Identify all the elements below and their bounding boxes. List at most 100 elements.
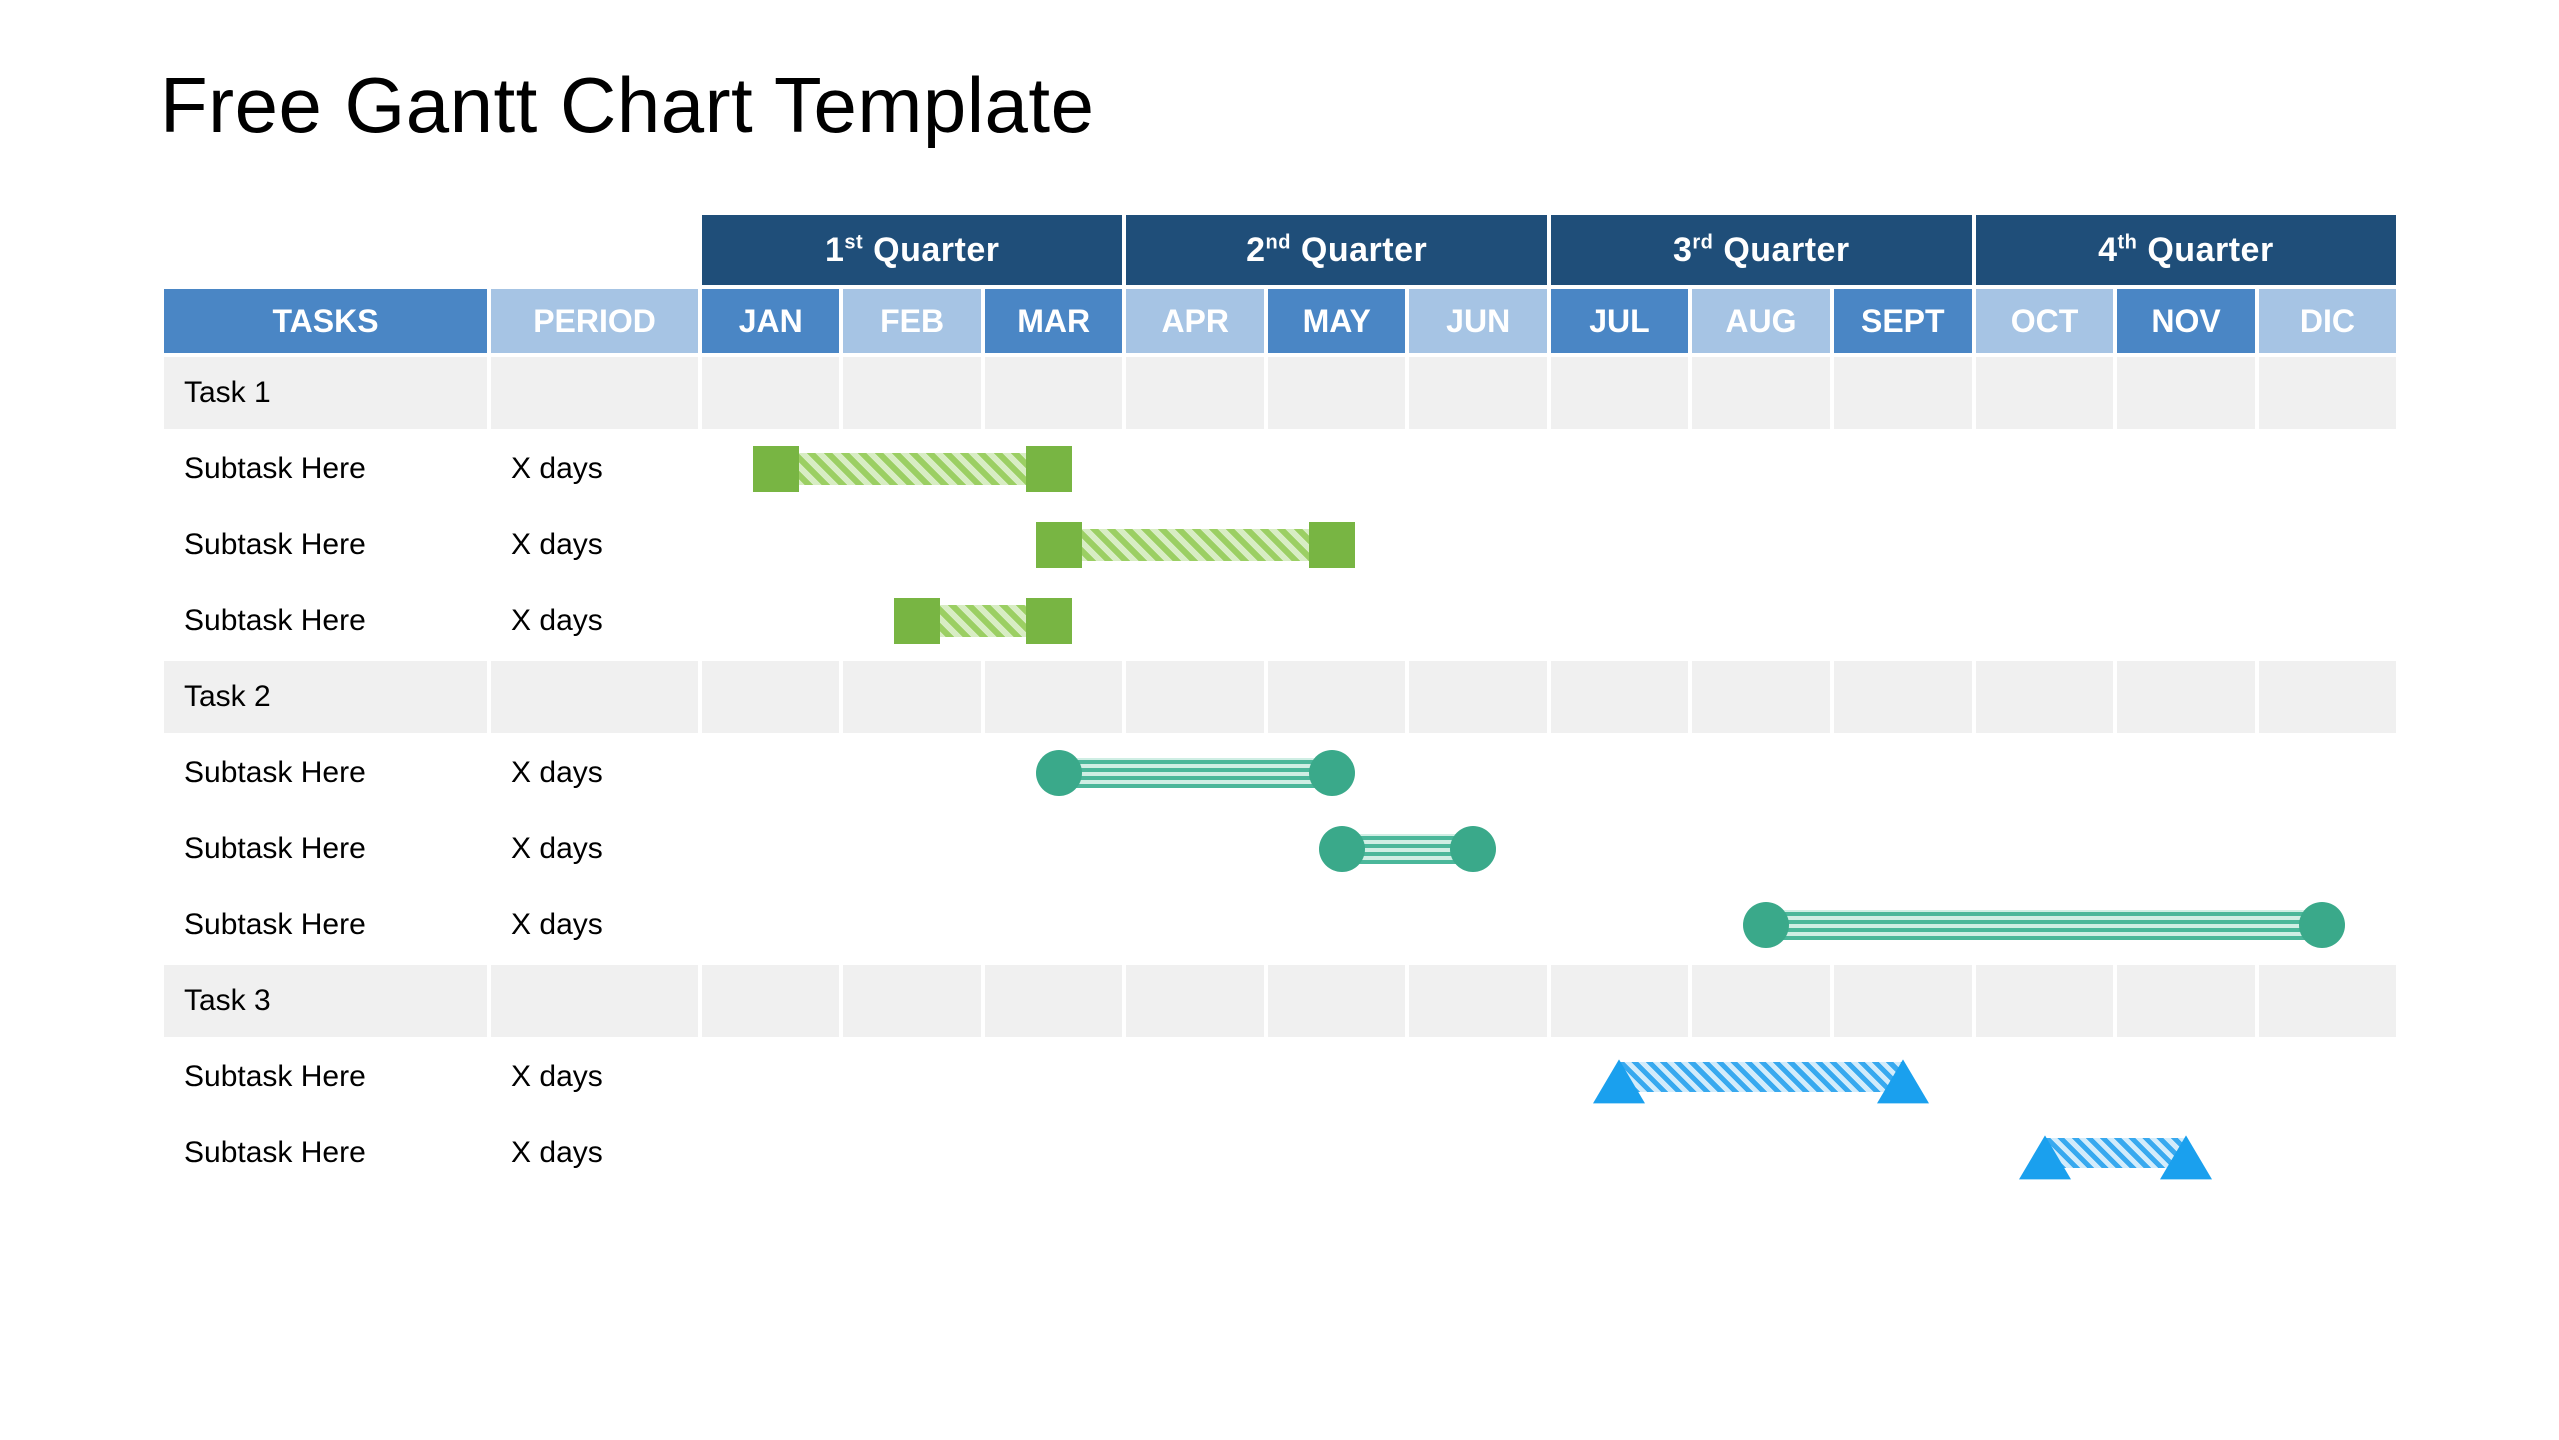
gantt-cell [1409,357,1546,429]
gantt-cell [1126,433,1264,505]
gantt-cell [702,509,839,581]
gantt-cell [1268,965,1406,1037]
header-spacer [164,215,698,285]
gantt-cell [1268,889,1406,961]
gantt-cell [1692,813,1830,885]
month-dic: DIC [2259,289,2396,353]
gantt-cell [2117,1041,2255,1113]
gantt-cell [985,357,1123,429]
gantt-cell [702,1117,839,1189]
gantt-cell [843,357,980,429]
gantt-cell [985,1041,1123,1113]
month-nov: NOV [2117,289,2255,353]
gantt-cell [2117,585,2255,657]
subtask-row: Subtask HereX days [164,509,2396,581]
gantt-cell [1692,509,1830,581]
gantt-cell [1834,889,1972,961]
gantt-cell [985,813,1123,885]
gantt-cell [1692,1117,1830,1189]
gantt-cell [1409,737,1546,809]
period-cell: X days [491,889,698,961]
gantt-cell [1692,357,1830,429]
gantt-cell [1551,737,1688,809]
period-cell: X days [491,585,698,657]
gantt-cell [1976,509,2114,581]
gantt-cell [2259,737,2396,809]
gantt-cell [702,737,839,809]
task-cell: Task 2 [164,661,487,733]
gantt-cell [1834,965,1972,1037]
gantt-cell [1551,509,1688,581]
gantt-cell [1126,889,1264,961]
gantt-cell [1409,889,1546,961]
gantt-cell [1976,1117,2114,1189]
gantt-cell [1976,357,2114,429]
gantt-cell [2117,357,2255,429]
gantt-cell [843,661,980,733]
gantt-cell [1692,737,1830,809]
period-cell [491,965,698,1037]
gantt-cell [1551,965,1688,1037]
gantt-cell [1692,585,1830,657]
gantt-cell [1268,433,1406,505]
gantt-cell [1268,737,1406,809]
quarter-2: 2nd Quarter [1126,215,1546,285]
gantt-cell [2117,889,2255,961]
gantt-cell [1976,737,2114,809]
gantt-cell [1126,1117,1264,1189]
period-cell: X days [491,1041,698,1113]
gantt-cell [2117,1117,2255,1189]
period-cell [491,661,698,733]
period-cell: X days [491,813,698,885]
quarter-header-row: 1st Quarter 2nd Quarter 3rd Quarter 4th … [164,215,2396,285]
gantt-cell [702,585,839,657]
month-apr: APR [1126,289,1264,353]
gantt-cell [985,737,1123,809]
gantt-cell [2259,509,2396,581]
subtask-row: Subtask HereX days [164,737,2396,809]
gantt-cell [702,889,839,961]
month-jun: JUN [1409,289,1546,353]
gantt-cell [1551,585,1688,657]
gantt-cell [1409,661,1546,733]
gantt-cell [2117,965,2255,1037]
gantt-cell [1551,889,1688,961]
gantt-cell [2117,737,2255,809]
month-oct: OCT [1976,289,2114,353]
column-header-row: TASKS PERIOD JAN FEB MAR APR MAY JUN JUL… [164,289,2396,353]
gantt-cell [1409,585,1546,657]
period-cell: X days [491,433,698,505]
gantt-cell [843,889,980,961]
month-may: MAY [1268,289,1406,353]
task-cell: Subtask Here [164,585,487,657]
gantt-cell [1834,813,1972,885]
gantt-cell [1126,813,1264,885]
gantt-cell [985,1117,1123,1189]
gantt-cell [1976,661,2114,733]
gantt-cell [702,1041,839,1113]
quarter-3: 3rd Quarter [1551,215,1972,285]
gantt-cell [2259,357,2396,429]
task-cell: Subtask Here [164,509,487,581]
period-cell: X days [491,1117,698,1189]
gantt-cell [1409,433,1546,505]
gantt-cell [1126,661,1264,733]
gantt-cell [1834,433,1972,505]
gantt-cell [985,433,1123,505]
gantt-cell [1834,661,1972,733]
gantt-cell [1692,965,1830,1037]
task-cell: Subtask Here [164,889,487,961]
gantt-cell [1268,1117,1406,1189]
gantt-cell [2117,813,2255,885]
gantt-cell [1834,737,1972,809]
gantt-cell [1409,965,1546,1037]
gantt-cell [702,433,839,505]
gantt-cell [702,813,839,885]
gantt-cell [1126,965,1264,1037]
header-tasks: TASKS [164,289,487,353]
gantt-cell [1126,737,1264,809]
subtask-row: Subtask HereX days [164,433,2396,505]
subtask-row: Subtask HereX days [164,585,2396,657]
month-aug: AUG [1692,289,1830,353]
task-cell: Task 3 [164,965,487,1037]
